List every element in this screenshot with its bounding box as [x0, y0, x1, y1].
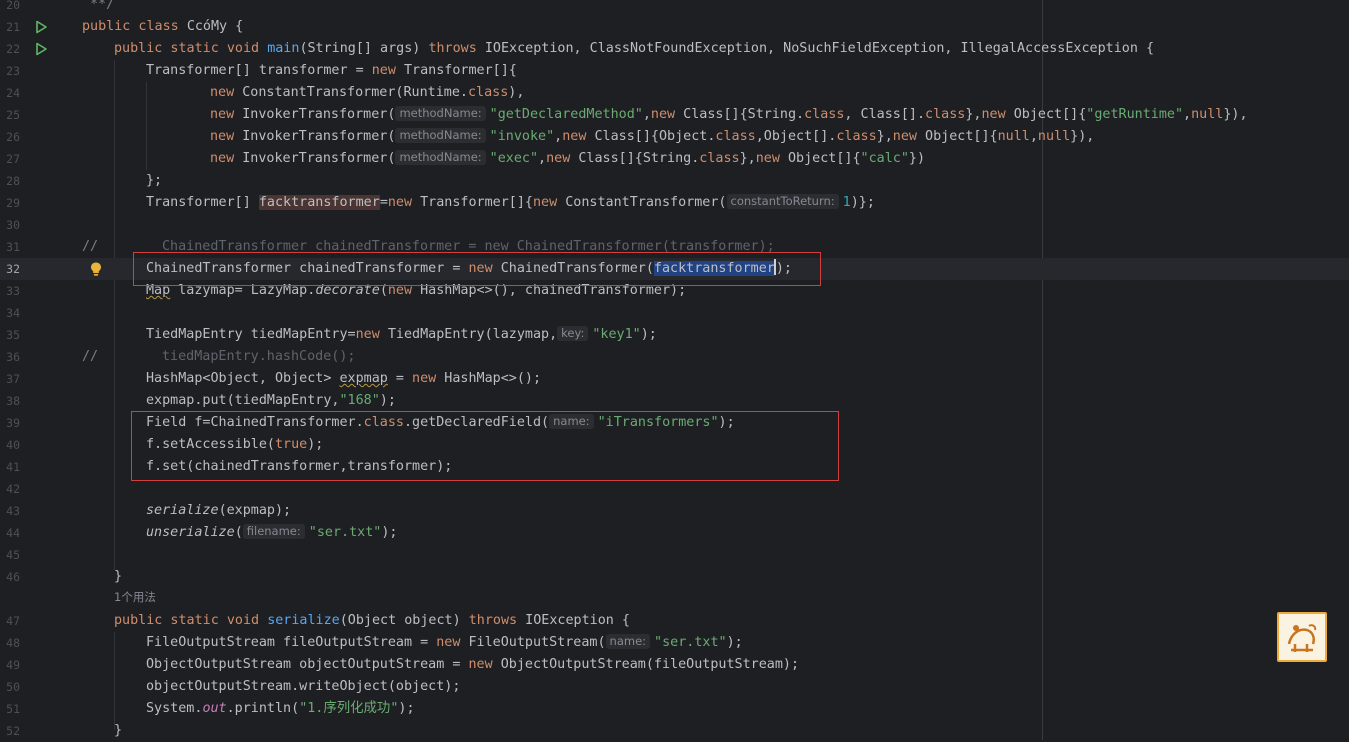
unused-variable-highlight: facktransformer	[258, 195, 380, 210]
code-line[interactable]: 20 **/	[0, 0, 1349, 16]
code-line[interactable]: 24 new ConstantTransformer(Runtime.class…	[0, 82, 1349, 104]
code-line[interactable]: 21 public class CcóMy {	[0, 16, 1349, 38]
code-line[interactable]: 44 unserialize(filename: "ser.txt");	[0, 522, 1349, 544]
line-number: 46	[6, 570, 20, 584]
code-line[interactable]: 46 }	[0, 566, 1349, 588]
line-number: 48	[6, 636, 20, 650]
line-number: 35	[6, 328, 20, 342]
line-number: 31	[6, 240, 20, 254]
code-line[interactable]: 45	[0, 544, 1349, 566]
line-number: 20	[6, 0, 20, 12]
line-number: 51	[6, 702, 20, 716]
line-number: 25	[6, 108, 20, 122]
line-number: 43	[6, 504, 20, 518]
code-line[interactable]: 47 public static void serialize(Object o…	[0, 610, 1349, 632]
code-line[interactable]: 29 Transformer[] facktransformer=new Tra…	[0, 192, 1349, 214]
line-number: 49	[6, 658, 20, 672]
class-name: CcóMy	[186, 19, 228, 34]
line-number: 42	[6, 482, 20, 496]
code-line[interactable]: 23 Transformer[] transformer = new Trans…	[0, 60, 1349, 82]
parameter-hint: name:	[605, 634, 651, 649]
annotation-box-lines-39-41	[131, 411, 839, 481]
parameter-hint: constantToReturn:	[726, 194, 839, 209]
code-line[interactable]: 27 new InvokerTransformer(methodName: "ex…	[0, 148, 1349, 170]
line-number: 39	[6, 416, 20, 430]
line-number: 27	[6, 152, 20, 166]
line-number: 47	[6, 614, 20, 628]
line-number: 33	[6, 284, 20, 298]
line-number: 45	[6, 548, 20, 562]
code-line[interactable]: 26 new InvokerTransformer(methodName: "in…	[0, 126, 1349, 148]
code-line[interactable]: 48 FileOutputStream fileOutputStream = n…	[0, 632, 1349, 654]
annotation-box-line-32	[133, 252, 821, 286]
line-number: 28	[6, 174, 20, 188]
code-line[interactable]: 36 // tiedMapEntry.hashCode();	[0, 346, 1349, 368]
line-number: 32	[6, 262, 20, 276]
code-line[interactable]: 35 TiedMapEntry tiedMapEntry=new TiedMap…	[0, 324, 1349, 346]
parameter-hint: methodName:	[395, 106, 486, 121]
code-line[interactable]: 52 }	[0, 720, 1349, 742]
code-line[interactable]: 42	[0, 478, 1349, 500]
line-number: 37	[6, 372, 20, 386]
doc-comment: **/	[90, 0, 115, 12]
line-number: 52	[6, 724, 20, 738]
line-number: 38	[6, 394, 20, 408]
keyword: public class	[82, 19, 179, 34]
code-editor[interactable]: 20 **/ 21 public class CcóMy { 22 public…	[0, 0, 1349, 740]
code-line[interactable]: 28 };	[0, 170, 1349, 192]
line-number: 24	[6, 86, 20, 100]
line-number: 40	[6, 438, 20, 452]
parameter-hint: key:	[557, 326, 589, 341]
line-number: 36	[6, 350, 20, 364]
line-number: 26	[6, 130, 20, 144]
line-number: 23	[6, 64, 20, 78]
parameter-hint: methodName:	[395, 128, 486, 143]
code-line[interactable]: 25 new InvokerTransformer(methodName: "ge…	[0, 104, 1349, 126]
line-number: 44	[6, 526, 20, 540]
code-line[interactable]: 38 expmap.put(tiedMapEntry,"168");	[0, 390, 1349, 412]
code-line[interactable]: 34	[0, 302, 1349, 324]
code-line[interactable]: 49 ObjectOutputStream objectOutputStream…	[0, 654, 1349, 676]
code-line[interactable]: 37 HashMap<Object, Object> expmap = new …	[0, 368, 1349, 390]
line-number: 50	[6, 680, 20, 694]
commented-code: tiedMapEntry.hashCode();	[162, 349, 356, 364]
intention-bulb-icon[interactable]	[89, 261, 103, 277]
code-line[interactable]: 30	[0, 214, 1349, 236]
line-number: 29	[6, 196, 20, 210]
parameter-hint: filename:	[242, 524, 305, 539]
line-number: 30	[6, 218, 20, 232]
line-number: 34	[6, 306, 20, 320]
usages-inlay[interactable]: 1个用法	[114, 589, 156, 605]
code-line[interactable]: 51 System.out.println("1.序列化成功");	[0, 698, 1349, 720]
code-line[interactable]: 43 serialize(expmap);	[0, 500, 1349, 522]
line-number: 22	[6, 42, 20, 56]
code-line[interactable]: 50 objectOutputStream.writeObject(object…	[0, 676, 1349, 698]
line-number: 41	[6, 460, 20, 474]
assistant-avatar-icon[interactable]	[1277, 612, 1327, 662]
method-name: serialize	[267, 613, 340, 628]
code-line[interactable]: 22 public static void main(String[] args…	[0, 38, 1349, 60]
method-name: main	[267, 41, 300, 56]
run-gutter-icon[interactable]	[34, 42, 48, 56]
run-gutter-icon[interactable]	[34, 20, 48, 34]
parameter-hint: methodName:	[395, 150, 486, 165]
line-number: 21	[6, 20, 20, 34]
